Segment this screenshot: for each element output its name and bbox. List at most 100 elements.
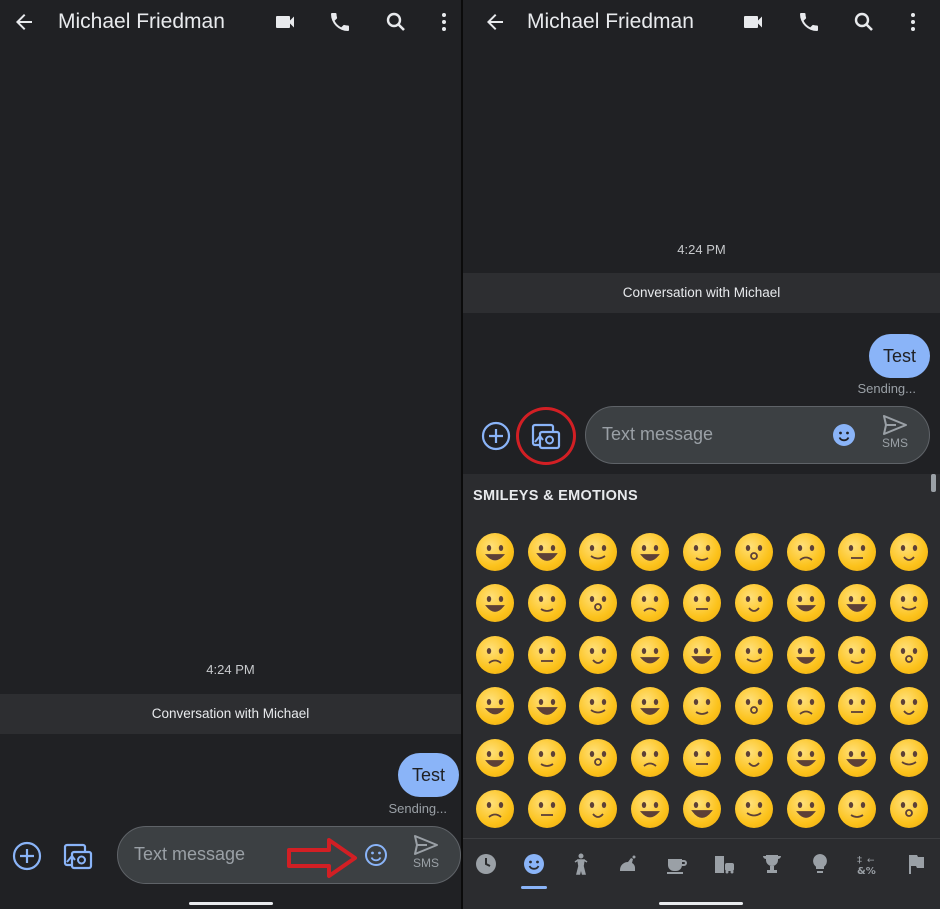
activities-category-icon[interactable] <box>759 851 785 877</box>
emoji-key[interactable] <box>624 681 676 733</box>
emoji-key[interactable] <box>624 526 676 578</box>
emoji-key[interactable] <box>624 732 676 784</box>
emoji-key[interactable] <box>728 681 780 733</box>
emoji-key[interactable] <box>521 681 573 733</box>
emoji-key[interactable] <box>832 732 884 784</box>
animals-category-icon[interactable] <box>615 851 641 877</box>
emoji-key[interactable] <box>573 629 625 681</box>
emoji-key[interactable] <box>573 732 625 784</box>
emoji-key[interactable] <box>780 526 832 578</box>
emoji-key[interactable] <box>521 526 573 578</box>
emoji-key[interactable] <box>469 681 521 733</box>
emoji-key[interactable] <box>624 629 676 681</box>
emoji-key[interactable] <box>883 784 935 836</box>
emoji-key[interactable] <box>780 784 832 836</box>
travel-category-icon[interactable] <box>711 851 737 877</box>
emoji-key[interactable] <box>469 784 521 836</box>
emoji-key[interactable] <box>676 526 728 578</box>
message-bubble[interactable]: Test <box>397 753 459 797</box>
emoji-key[interactable] <box>469 578 521 630</box>
emoji-keyboard: SMILEYS & EMOTIONS ‡ ← &% <box>463 474 940 909</box>
smiley-face-icon <box>838 738 877 777</box>
smiley-face-icon <box>631 738 670 777</box>
emoji-key[interactable] <box>780 629 832 681</box>
more-options-icon[interactable] <box>901 10 925 34</box>
smiley-face-icon <box>579 790 618 829</box>
emoji-icon[interactable] <box>832 423 856 447</box>
emoji-key[interactable] <box>883 629 935 681</box>
smiley-face-icon <box>683 790 722 829</box>
emoji-key[interactable] <box>573 578 625 630</box>
emoji-key[interactable] <box>883 732 935 784</box>
food-category-icon[interactable] <box>663 851 689 877</box>
emoji-key[interactable] <box>573 526 625 578</box>
smiley-face-icon <box>734 532 773 571</box>
text-message-input[interactable]: Text message <box>602 424 713 445</box>
search-icon[interactable] <box>384 10 408 34</box>
add-attachment-icon[interactable] <box>480 420 512 452</box>
emoji-category-bar: ‡ ← &% <box>463 838 940 889</box>
smiley-face-icon <box>475 738 514 777</box>
emoji-key[interactable] <box>883 526 935 578</box>
emoji-key[interactable] <box>676 578 728 630</box>
message-status: Sending... <box>857 381 916 396</box>
smiley-face-icon <box>475 790 514 829</box>
emoji-key[interactable] <box>728 526 780 578</box>
back-arrow-icon[interactable] <box>12 10 36 34</box>
smiley-face-icon <box>786 790 825 829</box>
emoji-key[interactable] <box>728 732 780 784</box>
emoji-key[interactable] <box>469 629 521 681</box>
smileys-category-icon[interactable] <box>521 851 547 877</box>
smiley-face-icon <box>838 532 877 571</box>
people-category-icon[interactable] <box>568 851 594 877</box>
emoji-key[interactable] <box>469 526 521 578</box>
add-attachment-icon[interactable] <box>11 840 43 872</box>
emoji-key[interactable] <box>676 732 728 784</box>
emoji-key[interactable] <box>728 578 780 630</box>
send-button[interactable]: SMS <box>875 414 915 450</box>
more-options-icon[interactable] <box>432 10 456 34</box>
message-bubble[interactable]: Test <box>868 334 930 378</box>
emoji-key[interactable] <box>624 578 676 630</box>
video-call-icon[interactable] <box>741 10 765 34</box>
emoji-key[interactable] <box>780 681 832 733</box>
emoji-key[interactable] <box>573 681 625 733</box>
smiley-face-icon <box>683 532 722 571</box>
emoji-icon[interactable] <box>364 843 388 867</box>
gallery-icon[interactable] <box>62 840 94 872</box>
emoji-key[interactable] <box>469 732 521 784</box>
emoji-key[interactable] <box>728 784 780 836</box>
smiley-face-icon <box>631 532 670 571</box>
emoji-key[interactable] <box>832 526 884 578</box>
back-arrow-icon[interactable] <box>483 10 507 34</box>
flags-category-icon[interactable] <box>903 851 929 877</box>
emoji-key[interactable] <box>676 681 728 733</box>
phone-icon[interactable] <box>797 10 821 34</box>
emoji-key[interactable] <box>883 578 935 630</box>
emoji-key[interactable] <box>728 629 780 681</box>
emoji-key[interactable] <box>780 578 832 630</box>
text-message-input[interactable]: Text message <box>134 844 245 865</box>
objects-category-icon[interactable] <box>807 851 833 877</box>
emoji-key[interactable] <box>624 784 676 836</box>
emoji-key[interactable] <box>832 578 884 630</box>
emoji-key[interactable] <box>521 784 573 836</box>
video-call-icon[interactable] <box>273 10 297 34</box>
search-icon[interactable] <box>852 10 876 34</box>
recent-category-icon[interactable] <box>473 851 499 877</box>
emoji-key[interactable] <box>521 732 573 784</box>
send-button[interactable]: SMS <box>406 834 446 870</box>
emoji-key[interactable] <box>573 784 625 836</box>
emoji-key[interactable] <box>832 629 884 681</box>
symbols-category-icon[interactable]: ‡ ← &% <box>855 851 881 877</box>
emoji-key[interactable] <box>780 732 832 784</box>
emoji-key[interactable] <box>676 784 728 836</box>
emoji-key[interactable] <box>832 681 884 733</box>
emoji-key[interactable] <box>883 681 935 733</box>
emoji-scrollbar[interactable] <box>931 474 936 492</box>
emoji-key[interactable] <box>676 629 728 681</box>
phone-icon[interactable] <box>328 10 352 34</box>
emoji-key[interactable] <box>521 629 573 681</box>
emoji-key[interactable] <box>832 784 884 836</box>
emoji-key[interactable] <box>521 578 573 630</box>
